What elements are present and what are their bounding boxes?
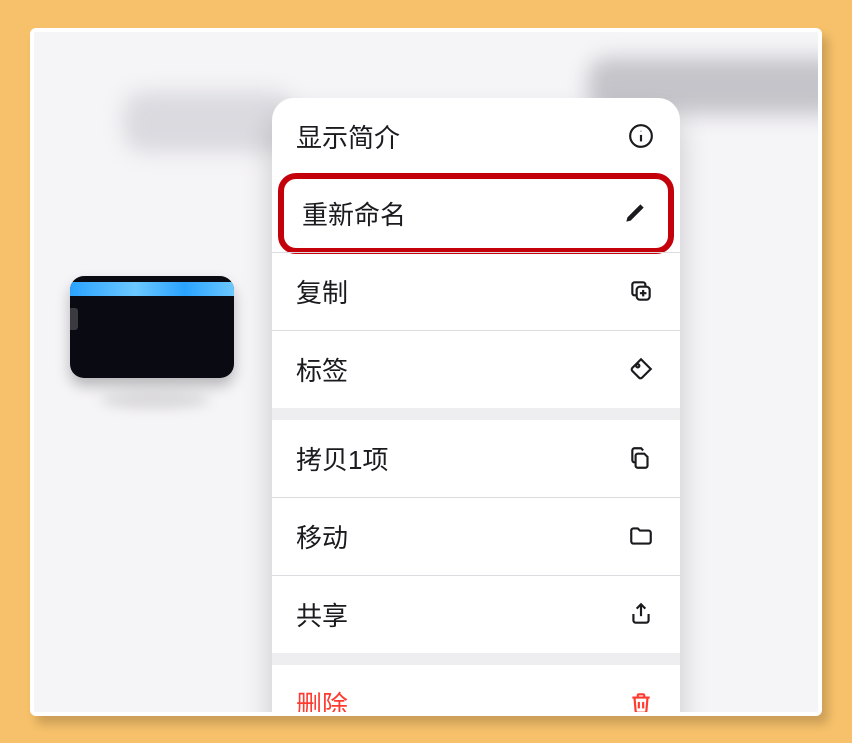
menu-item-label: 重新命名 — [302, 195, 406, 232]
menu-item-duplicate[interactable]: 复制 — [272, 252, 680, 330]
menu-item-delete[interactable]: 删除 — [272, 665, 680, 716]
menu-item-info[interactable]: 显示简介 — [272, 98, 680, 175]
tag-icon — [626, 354, 656, 384]
trash-icon — [626, 688, 656, 716]
menu-item-label: 共享 — [296, 596, 348, 633]
thumbnail-shadow — [100, 392, 210, 408]
blurred-background-text — [124, 92, 294, 152]
copy-doc-icon — [626, 443, 656, 473]
context-menu: 显示简介 重新命名 复制 标签 — [272, 98, 680, 716]
files-context-menu-screenshot: 显示简介 重新命名 复制 标签 — [30, 28, 822, 716]
info-icon — [626, 121, 656, 151]
menu-item-label: 复制 — [296, 273, 348, 310]
menu-item-copy[interactable]: 拷贝1项 — [272, 420, 680, 497]
menu-item-rename[interactable]: 重新命名 — [278, 173, 674, 254]
menu-item-label: 显示简介 — [296, 118, 400, 155]
folder-icon — [626, 521, 656, 551]
menu-item-move[interactable]: 移动 — [272, 497, 680, 575]
menu-item-share[interactable]: 共享 — [272, 575, 680, 653]
menu-item-tags[interactable]: 标签 — [272, 330, 680, 408]
menu-group-2: 拷贝1项 移动 共享 — [272, 408, 680, 653]
menu-item-label: 拷贝1项 — [296, 440, 388, 477]
pencil-icon — [620, 198, 650, 228]
thumbnail-side-tab — [70, 308, 78, 330]
menu-item-label: 标签 — [296, 351, 348, 388]
duplicate-icon — [626, 276, 656, 306]
menu-item-label: 移动 — [296, 518, 348, 555]
file-thumbnail[interactable] — [70, 276, 234, 378]
waveform-strip — [70, 282, 234, 296]
menu-group-3: 删除 — [272, 653, 680, 716]
menu-item-label: 删除 — [296, 685, 348, 716]
menu-group-1: 显示简介 重新命名 复制 标签 — [272, 98, 680, 408]
share-icon — [626, 599, 656, 629]
